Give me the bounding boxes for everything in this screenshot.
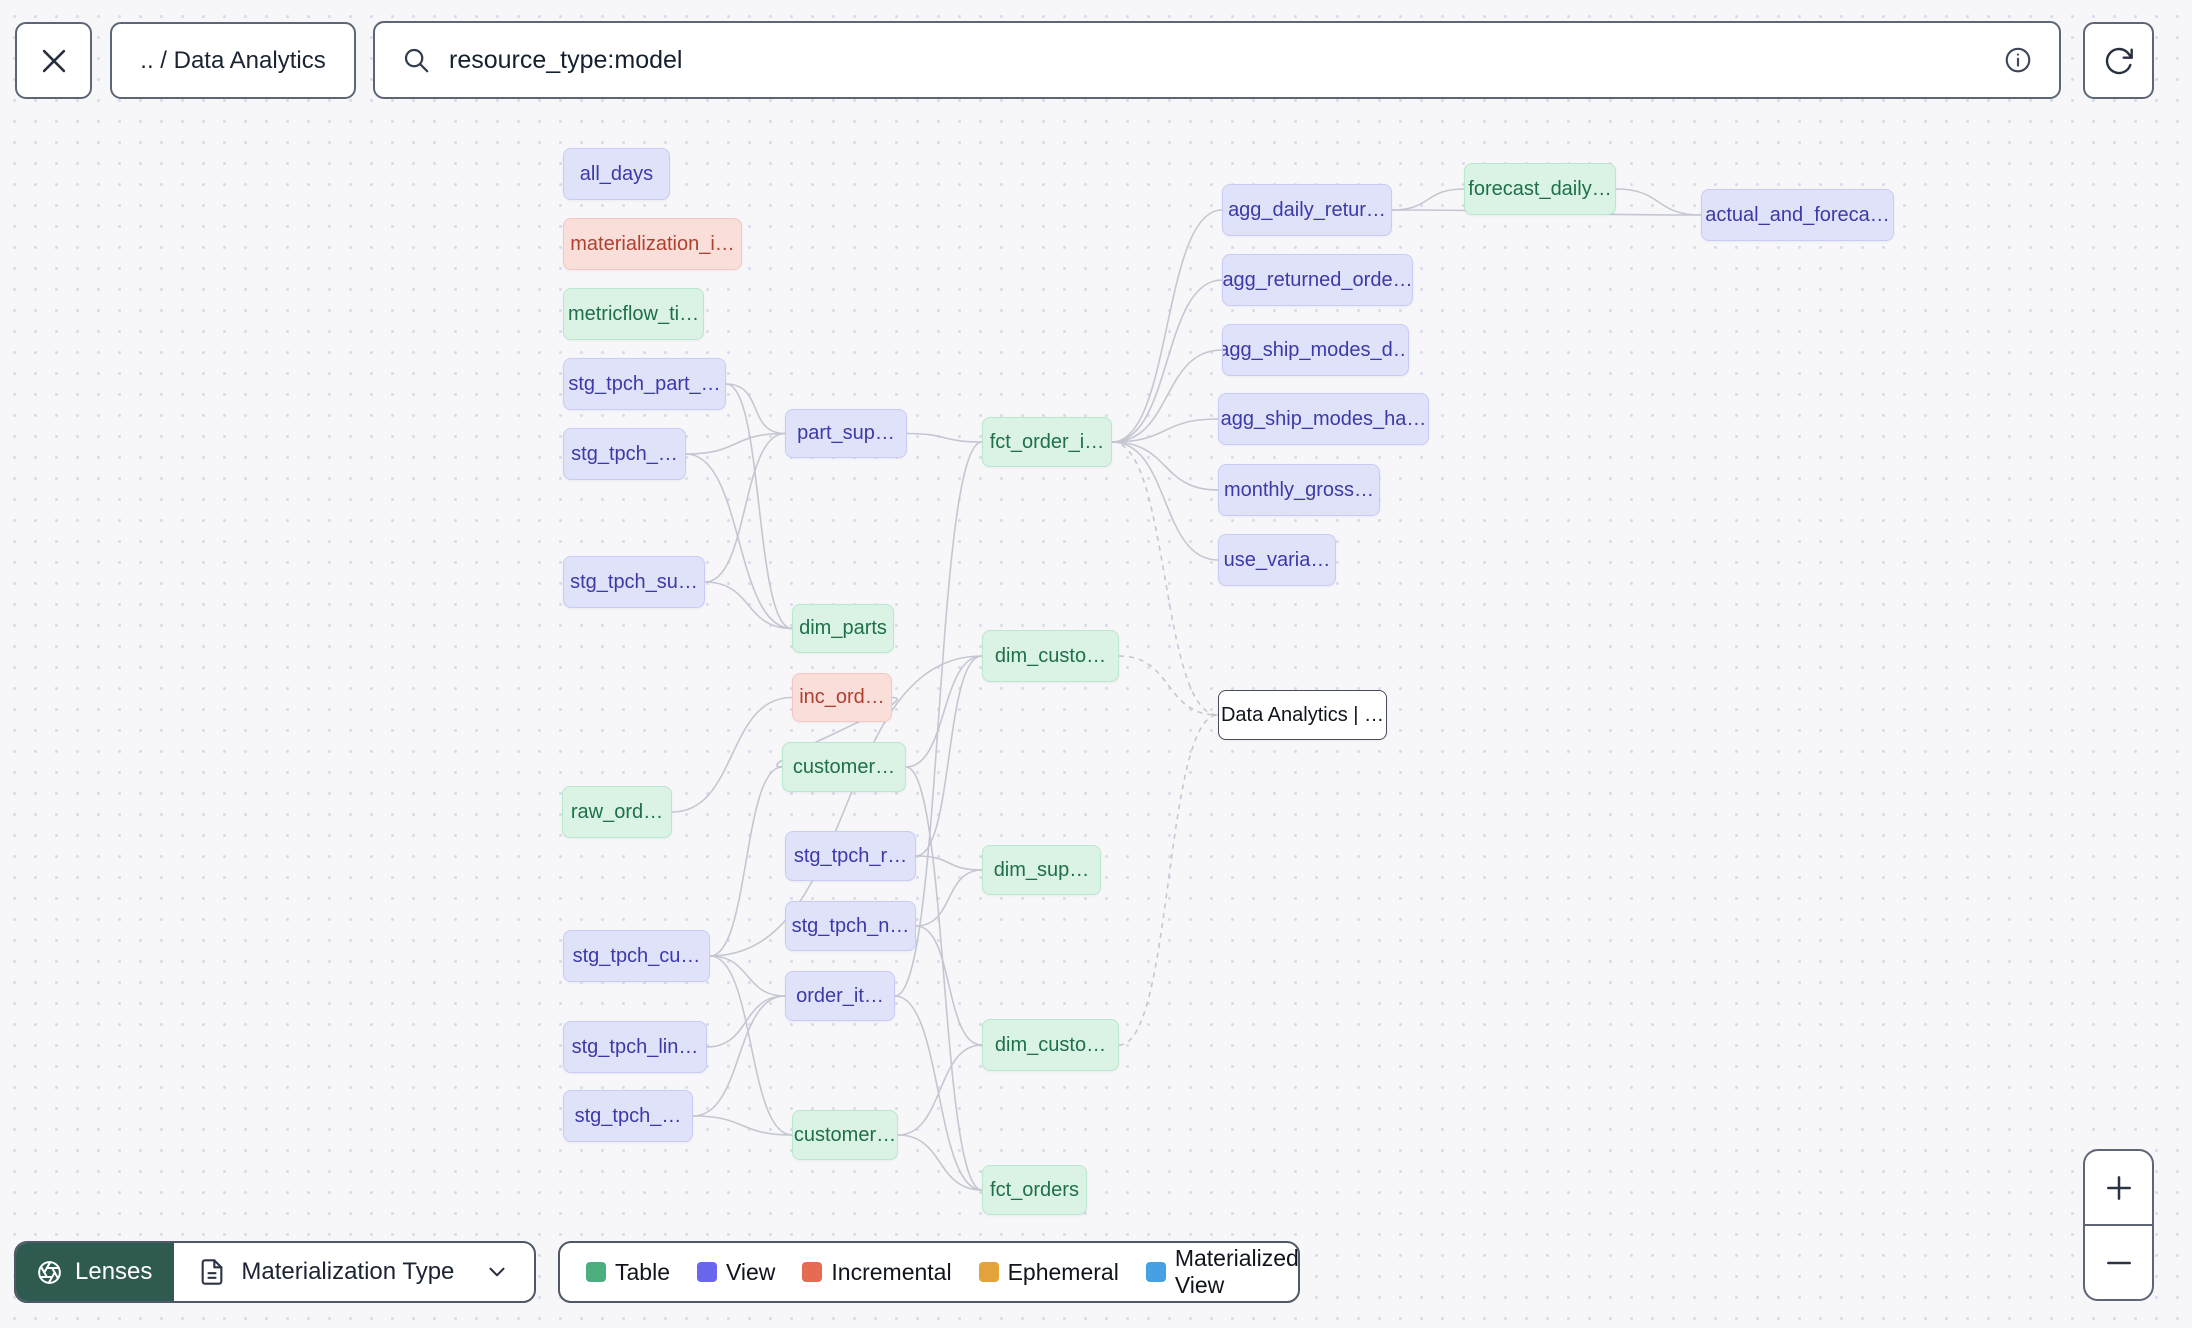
edge-fct_order_i-to-agg_returned_orde <box>1111 279 1223 443</box>
edge-customer_b-to-fct_orders <box>897 1134 983 1191</box>
edge-stg_tpch_part-to-part_sup <box>725 383 786 435</box>
plus-icon <box>2106 1175 2131 1200</box>
search-icon <box>404 48 429 73</box>
edge-fct_order_i-to-data_analytics <box>1111 441 1219 716</box>
legend-item-view: View <box>696 1258 776 1286</box>
node-data_analytics[interactable]: Data Analytics | … <box>1218 690 1387 740</box>
legend-swatch <box>1145 1262 1166 1282</box>
node-raw_ord[interactable]: raw_ord… <box>562 786 672 838</box>
node-stg_tpch_su[interactable]: stg_tpch_su… <box>563 556 705 608</box>
legend-label: Incremental <box>831 1258 952 1285</box>
refresh-button[interactable] <box>2083 22 2154 99</box>
legend-swatch <box>978 1262 999 1282</box>
legend-swatch <box>586 1262 606 1282</box>
node-part_sup[interactable]: part_sup… <box>785 409 907 458</box>
node-customer_t[interactable]: customer… <box>782 742 906 792</box>
edge-stg_tpch_cu-to-customer_b <box>709 955 793 1136</box>
edge-customer_b-to-dim_custo_b <box>897 1044 983 1136</box>
edge-agg_daily_retur-to-forecast_daily <box>1391 188 1465 211</box>
legend-label: Ephemeral <box>1007 1258 1119 1285</box>
materialization-legend: Table View Incremental Ephemeral Materialize… <box>558 1241 1300 1303</box>
chevron-down-icon <box>489 1267 505 1277</box>
legend-swatch <box>696 1262 717 1282</box>
breadcrumb[interactable]: .. / Data Analytics <box>110 22 356 99</box>
node-dim_custo_b[interactable]: dim_custo… <box>982 1019 1119 1071</box>
zoom-out-button[interactable] <box>2085 1226 2152 1299</box>
breadcrumb-label: .. / Data Analytics <box>140 46 326 74</box>
lenses-label: Lenses <box>75 1258 153 1285</box>
info-icon[interactable] <box>2003 45 2033 75</box>
legend-item-incremental: Incremental <box>802 1258 952 1286</box>
edge-stg_tpch_lin-to-order_it <box>706 995 786 1048</box>
legend-swatch <box>802 1262 823 1282</box>
node-fct_orders[interactable]: fct_orders <box>982 1165 1087 1215</box>
node-stg_tpch_a[interactable]: stg_tpch_… <box>563 428 686 480</box>
node-agg_returned_orde[interactable]: agg_returned_orde… <box>1222 254 1413 306</box>
edge-fct_order_i-to-use_varia <box>1111 441 1219 561</box>
minus-icon <box>2106 1261 2131 1264</box>
edge-part_sup-to-fct_order_i <box>906 432 983 443</box>
node-customer_b[interactable]: customer… <box>792 1110 898 1160</box>
legend-item-materialized-view: Materialized View <box>1145 1245 1299 1299</box>
node-fct_order_i[interactable]: fct_order_i… <box>982 417 1112 467</box>
node-agg_daily_retur[interactable]: agg_daily_retur… <box>1222 184 1392 236</box>
edge-dim_custo_b-to-data_analytics <box>1118 714 1219 1046</box>
edge-customer_t-to-fct_orders <box>905 766 983 1191</box>
node-dim_parts[interactable]: dim_parts <box>792 604 894 653</box>
node-monthly_gross[interactable]: monthly_gross… <box>1218 464 1380 516</box>
node-use_varia[interactable]: use_varia… <box>1218 534 1336 586</box>
edge-fct_order_i-to-monthly_gross <box>1111 441 1219 491</box>
node-stg_tpch_part[interactable]: stg_tpch_part_… <box>563 358 726 410</box>
edge-stg_tpch_n-to-dim_custo_b <box>915 925 983 1046</box>
legend-label: Table <box>615 1258 670 1285</box>
node-stg_tpch_b[interactable]: stg_tpch_… <box>563 1090 693 1142</box>
lineage-canvas: all_days materialization_i… metricflow_ti…… <box>0 0 2192 1328</box>
node-agg_ship_modes_d[interactable]: agg_ship_modes_d… <box>1222 324 1409 376</box>
edge-dim_custo_t-to-data_analytics <box>1118 655 1219 716</box>
edge-fct_order_i-to-agg_daily_retur <box>1111 209 1223 443</box>
close-icon <box>42 49 65 72</box>
node-metricflow_ti[interactable]: metricflow_ti… <box>563 288 704 340</box>
node-materialization_i[interactable]: materialization_i… <box>563 218 742 270</box>
search-bar[interactable] <box>373 21 2061 99</box>
node-forecast_daily[interactable]: forecast_daily… <box>1464 163 1616 215</box>
lens-selector-label: Materialization Type <box>241 1258 455 1285</box>
edge-stg_tpch_a-to-part_sup <box>685 432 786 455</box>
close-button[interactable] <box>15 22 92 99</box>
node-stg_tpch_lin[interactable]: stg_tpch_lin… <box>563 1021 707 1073</box>
legend-label: Materialized View <box>1174 1245 1299 1298</box>
node-actual_and_foreca[interactable]: actual_and_foreca… <box>1701 189 1894 241</box>
legend-item-ephemeral: Ephemeral <box>978 1258 1119 1286</box>
node-all_days[interactable]: all_days <box>563 148 670 200</box>
edge-raw_ord-to-inc_ord <box>671 696 793 813</box>
node-stg_tpch_n[interactable]: stg_tpch_n… <box>785 901 916 951</box>
refresh-icon <box>2105 47 2133 74</box>
aperture-icon <box>38 1260 61 1284</box>
edge-fct_order_i-to-agg_ship_modes_d <box>1111 349 1223 443</box>
node-dim_sup[interactable]: dim_sup… <box>982 845 1101 895</box>
edge-fct_order_i-to-agg_ship_modes_ha <box>1111 418 1219 443</box>
lenses-button[interactable]: Lenses <box>16 1243 175 1301</box>
search-input[interactable] <box>449 45 1985 75</box>
edge-stg_tpch_b-to-customer_b <box>692 1115 793 1136</box>
edge-stg_tpch_cu-to-customer_t <box>709 766 783 957</box>
node-agg_ship_modes_ha[interactable]: agg_ship_modes_ha… <box>1218 393 1429 445</box>
lenses-control: Lenses Materialization Type <box>14 1241 536 1303</box>
node-inc_ord[interactable]: inc_ord… <box>792 673 892 722</box>
edge-forecast_daily-to-actual_and_foreca <box>1615 188 1702 216</box>
zoom-controls <box>2083 1149 2154 1301</box>
node-stg_tpch_r[interactable]: stg_tpch_r… <box>785 831 916 881</box>
node-stg_tpch_cu[interactable]: stg_tpch_cu… <box>563 930 710 982</box>
edge-stg_tpch_su-to-dim_parts <box>704 581 793 630</box>
node-order_it[interactable]: order_it… <box>785 971 895 1021</box>
legend-label: View <box>725 1258 776 1285</box>
zoom-in-button[interactable] <box>2085 1151 2152 1226</box>
edge-stg_tpch_cu-to-order_it <box>709 955 786 997</box>
lens-selector-dropdown[interactable]: Materialization Type <box>174 1243 534 1301</box>
legend-item-table: Table <box>586 1259 670 1286</box>
node-dim_custo_t[interactable]: dim_custo… <box>982 630 1119 682</box>
file-text-icon <box>202 1259 223 1285</box>
edge-customer_t-to-dim_custo_t <box>905 655 983 768</box>
